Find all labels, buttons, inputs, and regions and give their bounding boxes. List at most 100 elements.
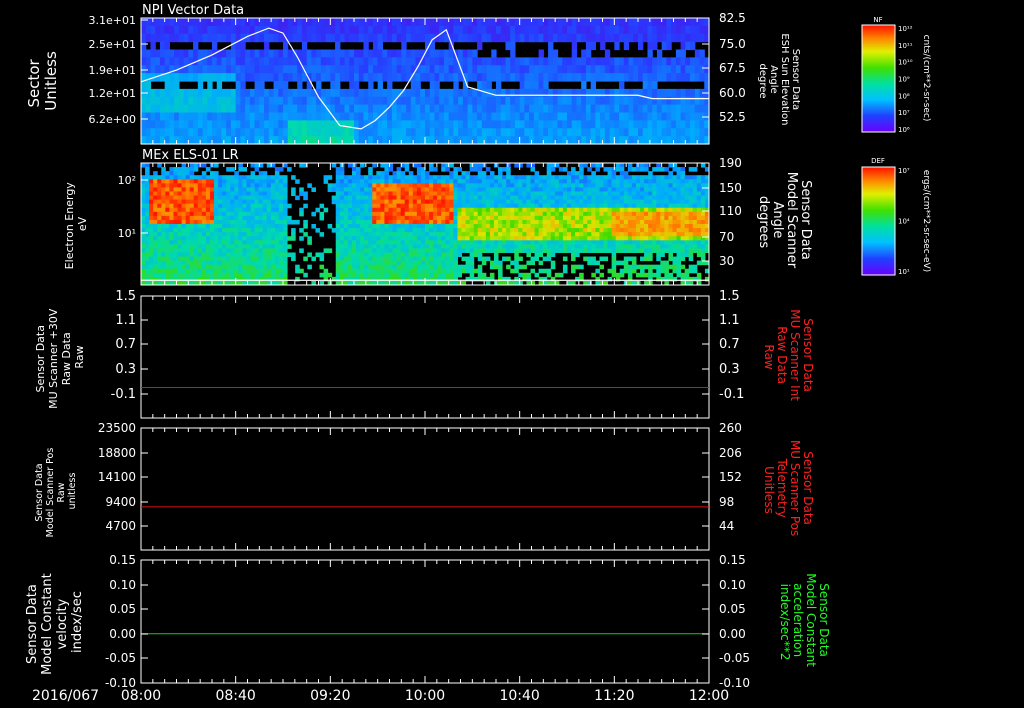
- heat-cell: [496, 128, 502, 137]
- heat-cell: [221, 96, 227, 106]
- heat-cell: [562, 248, 568, 253]
- heat-cell: [226, 120, 232, 129]
- heat-cell: [141, 104, 147, 114]
- heat-cell: [425, 248, 430, 253]
- heat-cell: [664, 167, 669, 172]
- heat-cell: [558, 272, 564, 278]
- heat-cell: [429, 272, 434, 278]
- heat-cell: [230, 183, 235, 188]
- heat-cell: [214, 171, 219, 176]
- heat-cell: [591, 207, 596, 213]
- heat-cell: [222, 248, 227, 253]
- heat-cell: [502, 219, 507, 225]
- heat-cell: [433, 179, 438, 184]
- heat-cell: [377, 73, 383, 82]
- heat-cell: [410, 57, 417, 66]
- heat-cell: [155, 112, 161, 121]
- heat-cell: [469, 244, 475, 249]
- heat-cell: [420, 25, 426, 35]
- heat-cell: [477, 81, 483, 90]
- heat-cell: [611, 236, 617, 241]
- heat-cell: [380, 264, 385, 270]
- heat-cell: [189, 191, 195, 197]
- heat-cell: [193, 219, 199, 225]
- heat-cell: [543, 136, 549, 145]
- heat-cell: [465, 179, 471, 184]
- heat-cell: [506, 264, 511, 270]
- heat-cell: [611, 272, 617, 278]
- heat-cell: [603, 199, 609, 205]
- heat-cell: [481, 236, 487, 241]
- heat-cell: [485, 256, 491, 262]
- heat-cell: [448, 136, 454, 145]
- heat-cell: [562, 244, 568, 249]
- heat-cell: [518, 228, 523, 233]
- heat-cell: [262, 268, 268, 274]
- heat-cell: [652, 136, 658, 145]
- heat-cell: [149, 260, 154, 266]
- heat-cell: [368, 18, 374, 27]
- heat-cell: [571, 248, 576, 253]
- heat-cell: [441, 268, 446, 274]
- heat-cell: [372, 256, 377, 262]
- heat-cell: [439, 136, 445, 145]
- heat-cell: [434, 25, 440, 35]
- heat-cell: [522, 203, 527, 209]
- heat-cell: [273, 65, 279, 74]
- heat-cell: [685, 33, 691, 43]
- heat-cell: [245, 120, 251, 129]
- heat-cell: [473, 232, 479, 237]
- heat-cell: [493, 232, 499, 237]
- heat-cell: [226, 18, 232, 27]
- heat-cell: [498, 264, 503, 270]
- heat-cell: [538, 211, 544, 217]
- heat-cell: [557, 112, 563, 121]
- heat-cell: [502, 207, 507, 213]
- heat-cell: [458, 104, 464, 114]
- heat-cell: [522, 264, 527, 270]
- heat-cell: [372, 236, 377, 241]
- heat-cell: [406, 65, 412, 74]
- heat-cell: [615, 175, 621, 180]
- heat-cell: [197, 219, 203, 225]
- heat-cell: [214, 224, 219, 229]
- heat-cell: [526, 183, 531, 188]
- heat-cell: [449, 187, 454, 192]
- heat-cell: [396, 256, 402, 262]
- heat-cell: [392, 228, 398, 233]
- heat-cell: [242, 191, 247, 197]
- heat-cell: [587, 211, 592, 217]
- heat-cell: [609, 96, 615, 106]
- heat-cell: [493, 244, 499, 249]
- heat-cell: [193, 224, 199, 229]
- heat-cell: [611, 171, 617, 176]
- heat-cell: [306, 88, 312, 98]
- heat-cell: [141, 175, 146, 180]
- heat-cell: [351, 260, 357, 266]
- heat-cell: [615, 163, 621, 168]
- heat-cell: [614, 88, 620, 98]
- heat-cell: [638, 112, 644, 121]
- heat-cell: [201, 224, 207, 229]
- heat-cell: [141, 244, 146, 249]
- heat-cell: [406, 88, 412, 98]
- heat-cell: [145, 215, 150, 221]
- heat-cell: [502, 256, 507, 262]
- heat-cell: [396, 211, 402, 217]
- heat-cell: [202, 112, 208, 121]
- heat-cell: [529, 65, 535, 74]
- heat-cell: [611, 211, 617, 217]
- heat-cell: [623, 187, 629, 192]
- heat-cell: [388, 240, 394, 245]
- heat-cell: [297, 33, 303, 43]
- heat-cell: [558, 228, 564, 233]
- heat-cell: [591, 215, 596, 221]
- heat-cell: [222, 183, 227, 188]
- heat-cell: [591, 175, 596, 180]
- heat-cell: [209, 264, 215, 270]
- heat-cell: [183, 33, 189, 43]
- heat-cell: [165, 272, 170, 278]
- heat-cell: [388, 256, 394, 262]
- heat-cell: [380, 203, 385, 209]
- heat-cell: [311, 187, 316, 192]
